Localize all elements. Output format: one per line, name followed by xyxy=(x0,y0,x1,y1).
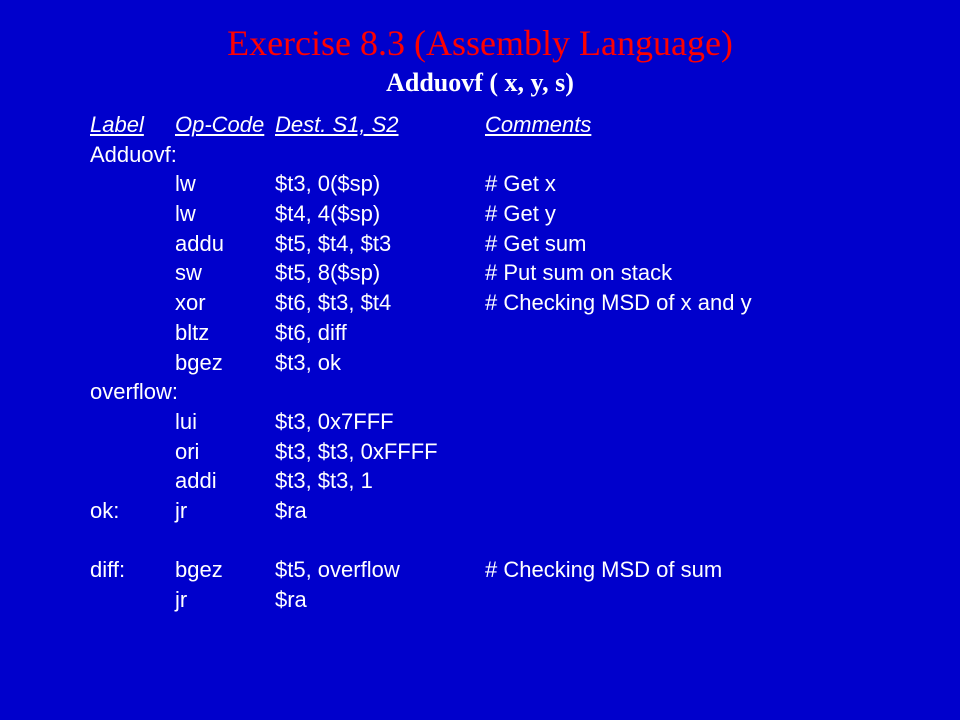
code-line: ok:jr$ra xyxy=(90,496,960,526)
header-label: Label xyxy=(90,110,175,140)
code-line: bgez$t3, ok xyxy=(90,348,960,378)
code-line: bltz$t6, diff xyxy=(90,318,960,348)
slide: Exercise 8.3 (Assembly Language) Adduovf… xyxy=(0,0,960,720)
code-args: $t5, 8($sp) xyxy=(275,258,485,288)
header-args: Dest. S1, S2 xyxy=(275,110,485,140)
code-opcode: bltz xyxy=(175,318,275,348)
code-line: sw$t5, 8($sp)# Put sum on stack xyxy=(90,258,960,288)
code-args: $ra xyxy=(275,585,485,615)
header-opcode: Op-Code xyxy=(175,110,275,140)
code-line: jr$ra xyxy=(90,585,960,615)
code-line: lw$t3, 0($sp)# Get x xyxy=(90,169,960,199)
code-line: lui$t3, 0x7FFF xyxy=(90,407,960,437)
code-opcode: bgez xyxy=(175,555,275,585)
code-args: $t3, $t3, 0xFFFF xyxy=(275,437,485,467)
code-line: overflow: xyxy=(90,377,960,407)
code-label: overflow: xyxy=(90,377,275,407)
code-args: $t3, $t3, 1 xyxy=(275,466,485,496)
code-opcode: jr xyxy=(175,496,275,526)
code-header-row: LabelOp-CodeDest. S1, S2Comments xyxy=(90,110,960,140)
code-comment: # Checking MSD of x and y xyxy=(485,288,752,318)
code-opcode: bgez xyxy=(175,348,275,378)
code-opcode: ori xyxy=(175,437,275,467)
header-comments: Comments xyxy=(485,110,591,140)
code-line: xor$t6, $t3, $t4# Checking MSD of x and … xyxy=(90,288,960,318)
code-args: $t6, $t3, $t4 xyxy=(275,288,485,318)
code-opcode: jr xyxy=(175,585,275,615)
code-comment: # Get sum xyxy=(485,229,586,259)
code-opcode: lw xyxy=(175,169,275,199)
code-opcode: lui xyxy=(175,407,275,437)
code-line: addu$t5, $t4, $t3# Get sum xyxy=(90,229,960,259)
code-comment: # Get y xyxy=(485,199,556,229)
code-opcode: sw xyxy=(175,258,275,288)
code-args: $t5, overflow xyxy=(275,555,485,585)
code-args: $t3, 0($sp) xyxy=(275,169,485,199)
code-args: $t4, 4($sp) xyxy=(275,199,485,229)
code-comment: # Get x xyxy=(485,169,556,199)
code-comment: # Put sum on stack xyxy=(485,258,672,288)
code-line: diff:bgez$t5, overflow# Checking MSD of … xyxy=(90,555,960,585)
code-line: addi$t3, $t3, 1 xyxy=(90,466,960,496)
code-args: $t3, ok xyxy=(275,348,485,378)
code-line: ori$t3, $t3, 0xFFFF xyxy=(90,437,960,467)
code-label: diff: xyxy=(90,555,175,585)
code-args: $t6, diff xyxy=(275,318,485,348)
code-args: $t3, 0x7FFF xyxy=(275,407,485,437)
code-args: $t5, $t4, $t3 xyxy=(275,229,485,259)
code-opcode: addu xyxy=(175,229,275,259)
code-label: Adduovf: xyxy=(90,140,275,170)
code-args: $ra xyxy=(275,496,485,526)
slide-subtitle: Adduovf ( x, y, s) xyxy=(0,68,960,98)
code-line xyxy=(90,526,960,556)
code-label: ok: xyxy=(90,496,175,526)
code-block: LabelOp-CodeDest. S1, S2Comments Adduovf… xyxy=(90,110,960,615)
code-comment: # Checking MSD of sum xyxy=(485,555,722,585)
code-line: lw$t4, 4($sp)# Get y xyxy=(90,199,960,229)
code-opcode: addi xyxy=(175,466,275,496)
code-line: Adduovf: xyxy=(90,140,960,170)
code-opcode: lw xyxy=(175,199,275,229)
slide-title: Exercise 8.3 (Assembly Language) xyxy=(0,22,960,64)
code-opcode: xor xyxy=(175,288,275,318)
